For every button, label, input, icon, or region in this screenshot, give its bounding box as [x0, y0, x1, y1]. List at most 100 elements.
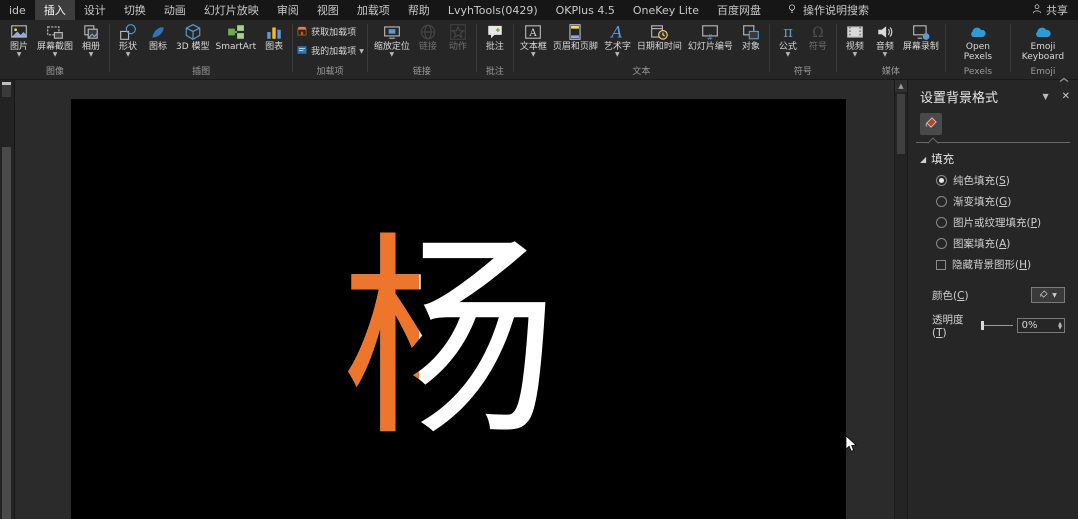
chevron-down-icon: ▼ — [389, 51, 395, 58]
ribbon-button-SmartArt[interactable]: SmartArt — [213, 21, 260, 52]
share-label: 共享 — [1046, 4, 1068, 17]
panel-options-chevron-icon[interactable]: ▼ — [1042, 92, 1048, 101]
menu-tab-ide[interactable]: ide — [0, 0, 35, 20]
menu-tab-视图[interactable]: 视图 — [308, 0, 348, 20]
menu-tab-OKPlus 4.5[interactable]: OKPlus 4.5 — [547, 0, 624, 20]
ribbon-button-艺术字[interactable]: A 艺术字 ▼ — [601, 21, 634, 58]
slide-thumbnail-pane[interactable] — [0, 80, 15, 519]
fill-tab-button[interactable] — [920, 113, 942, 135]
ribbon-group-comments: 批注 批注 — [478, 21, 512, 79]
button-label: SmartArt — [215, 42, 257, 52]
vertical-scrollbar[interactable]: ▲ — [894, 80, 907, 519]
ribbon-button-对象[interactable]: 对象 — [736, 21, 766, 52]
ribbon-button-缩放定位[interactable]: 缩放定位 ▼ — [371, 21, 413, 58]
radio-icon[interactable] — [936, 175, 947, 186]
comment-icon — [486, 23, 504, 41]
fill-option-图片或纹理填充[interactable]: 图片或纹理填充(P) — [936, 215, 1078, 230]
svg-text:#: # — [707, 33, 714, 41]
paint-bucket-icon — [924, 115, 939, 133]
transparency-slider[interactable] — [980, 321, 1013, 330]
ribbon-button-幻灯片编号[interactable]: # 幻灯片编号 — [685, 21, 736, 52]
checkbox-option-隐藏背景图形[interactable]: 隐藏背景图形(H) — [936, 257, 1078, 272]
fill-option-纯色填充[interactable]: 纯色填充(S) — [936, 173, 1078, 188]
ribbon-button-图标[interactable]: 图标 — [143, 21, 173, 52]
chevron-down-icon: ▼ — [16, 51, 22, 58]
ribbon-button-屏幕截图[interactable]: 屏幕截图 ▼ — [34, 21, 76, 58]
group-label-symbols: 符号 — [793, 67, 812, 77]
option-label: 渐变填充(G) — [953, 196, 1012, 208]
picture-icon — [10, 23, 28, 41]
menu-tab-加载项[interactable]: 加载项 — [348, 0, 399, 20]
model3d-icon — [184, 23, 202, 41]
button-label: 链接 — [418, 42, 437, 52]
ribbon-button-相册[interactable]: 相册 ▼ — [76, 21, 106, 58]
scrollbar-thumb[interactable] — [897, 94, 905, 154]
panel-divider — [916, 137, 1070, 149]
title-text-character[interactable]: 杨 杨 — [341, 217, 557, 463]
ribbon-button-页眉和页脚[interactable]: 页眉和页脚 — [550, 21, 601, 52]
checkbox-icon[interactable] — [936, 259, 946, 270]
spinner-arrows-icon[interactable]: ▲ ▼ — [1058, 321, 1064, 330]
slide-thumbnail[interactable] — [2, 82, 11, 97]
chevron-down-icon: ▼ — [882, 51, 888, 58]
ribbon-button-图片[interactable]: 图片 ▼ — [4, 21, 34, 58]
zoomfit-icon — [383, 23, 401, 41]
color-picker-button[interactable]: ▼ — [1031, 287, 1065, 303]
chevron-down-icon: ▼ — [125, 51, 131, 58]
panel-close-icon[interactable]: ✕ — [1062, 91, 1070, 102]
menu-tab-LvyhTools(0429)[interactable]: LvyhTools(0429) — [439, 0, 547, 20]
ribbon-button-形状[interactable]: 形状 ▼ — [113, 21, 143, 58]
ribbon-button-屏幕录制[interactable]: 屏幕录制 — [900, 21, 942, 52]
thumbnail-scrollbar[interactable] — [2, 147, 11, 519]
chevron-down-icon: ▼ — [359, 47, 364, 55]
main-area: 杨 杨 ▲ 设置背景格式 ▼ ✕ ◢ 填充 纯色填充(S) 渐变填充(G) 图片或纹… — [0, 80, 1078, 519]
editing-canvas[interactable]: 杨 杨 — [15, 80, 894, 519]
audio-icon — [876, 23, 894, 41]
ribbon-button-音频[interactable]: 音频 ▼ — [870, 21, 900, 58]
ribbon-button-3D 模型[interactable]: 3D 模型 — [173, 21, 213, 52]
menu-tab-百度网盘[interactable]: 百度网盘 — [708, 0, 770, 20]
ribbon-button-获取加载项[interactable]: 获取加载项 — [296, 25, 356, 40]
menu-tab-动画[interactable]: 动画 — [155, 0, 195, 20]
radio-icon[interactable] — [936, 238, 947, 249]
svg-text:A: A — [610, 23, 623, 41]
fill-section-header[interactable]: ◢ 填充 — [920, 151, 1078, 167]
transparency-label: 透明度(T) — [932, 314, 964, 339]
slide[interactable]: 杨 杨 — [71, 99, 846, 519]
ribbon-button-文本框[interactable]: A 文本框 ▼ — [517, 21, 550, 58]
ribbon-button-Emoji Keyboard[interactable]: Emoji Keyboard — [1014, 21, 1072, 62]
menu-tab-OneKey Lite[interactable]: OneKey Lite — [624, 0, 708, 20]
datetime-icon — [650, 23, 669, 41]
ribbon-button-公式[interactable]: π 公式 ▼ — [773, 21, 803, 58]
share-button[interactable]: 共享 — [1031, 2, 1068, 18]
ribbon-button-Open Pexels[interactable]: Open Pexels — [949, 21, 1007, 62]
tell-me-search[interactable]: 操作说明搜索 — [786, 0, 869, 20]
ribbon-group-symbols: π 公式 ▼ Ω 符号 符号 — [771, 21, 835, 79]
transparency-spinbox[interactable]: 0% ▲ ▼ — [1016, 318, 1065, 333]
menu-tab-切换[interactable]: 切换 — [115, 0, 155, 20]
scroll-up-arrow-icon[interactable]: ▲ — [895, 80, 907, 92]
radio-icon[interactable] — [936, 217, 947, 228]
fill-option-图案填充[interactable]: 图案填充(A) — [936, 236, 1078, 251]
ribbon-button-日期和时间[interactable]: 日期和时间 — [634, 21, 685, 52]
button-label: 图标 — [149, 42, 168, 52]
ribbon-button-图表[interactable]: 图表 — [259, 21, 289, 52]
link-icon — [419, 23, 437, 41]
fill-option-渐变填充[interactable]: 渐变填充(G) — [936, 194, 1078, 209]
radio-icon[interactable] — [936, 196, 947, 207]
button-label: 屏幕录制 — [902, 42, 939, 52]
menu-tab-设计[interactable]: 设计 — [75, 0, 115, 20]
menu-tab-插入[interactable]: 插入 — [34, 0, 75, 20]
collapse-ribbon-button[interactable] — [1059, 68, 1071, 82]
button-label: 幻灯片编号 — [687, 42, 733, 52]
menu-tab-幻灯片放映[interactable]: 幻灯片放映 — [195, 0, 268, 20]
ribbon-group-addins: 获取加载项 我的加载项 ▼ 加载项 — [294, 21, 366, 79]
ribbon-button-视频[interactable]: 视频 ▼ — [840, 21, 870, 58]
menu-tab-帮助[interactable]: 帮助 — [399, 0, 439, 20]
ribbon-button-批注[interactable]: 批注 — [480, 21, 510, 52]
ribbon-button-我的加载项[interactable]: 我的加载项 ▼ — [296, 44, 364, 59]
group-separator — [475, 24, 477, 72]
chevron-down-icon: ▼ — [852, 51, 858, 58]
menu-tab-审阅[interactable]: 审阅 — [268, 0, 308, 20]
group-label-pexels: Pexels — [963, 67, 993, 77]
